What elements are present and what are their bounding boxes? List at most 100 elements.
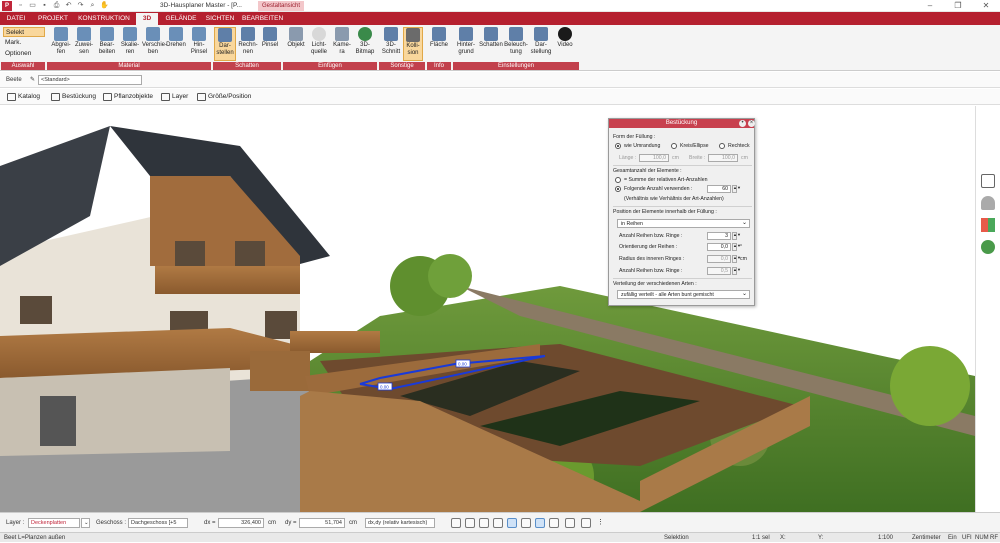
table-icon[interactable] xyxy=(565,518,575,528)
laenge-input[interactable]: 100,0 xyxy=(639,154,669,162)
coordinate-mode-select[interactable]: dx,dy (relativ kartesisch) xyxy=(365,518,435,528)
hintergrund-button[interactable]: Hinter-grund xyxy=(454,27,478,61)
optionen-button[interactable]: Optionen xyxy=(3,49,45,59)
verschieben-button[interactable]: Verschie-ben xyxy=(142,27,167,61)
pin-icon[interactable]: • xyxy=(739,120,746,127)
3d-scene[interactable]: 0.00 0.00 xyxy=(0,106,975,512)
reihen2-input[interactable]: 0,5 xyxy=(707,267,731,275)
angle-icon[interactable] xyxy=(521,518,531,528)
tab-konstruktion[interactable]: KONSTRUKTION xyxy=(78,13,130,25)
new-file-icon[interactable]: ▫ xyxy=(16,1,25,10)
schatten-darstellen-button[interactable]: Dar-stellen xyxy=(214,27,236,61)
undo-icon[interactable]: ↶ xyxy=(64,1,73,10)
kollision-button[interactable]: Kolli-sion xyxy=(403,27,423,61)
minimize-button[interactable]: – xyxy=(916,0,944,12)
pflanzobjekte-button[interactable]: Pflanzobjekte xyxy=(102,92,153,102)
open-folder-icon[interactable]: ▭ xyxy=(28,1,37,10)
monitor-icon[interactable] xyxy=(479,518,489,528)
tab-3d[interactable]: 3D xyxy=(136,13,158,25)
more-icon[interactable]: ⋮ xyxy=(597,518,607,528)
redo-icon[interactable]: ↷ xyxy=(76,1,85,10)
tree-icon[interactable] xyxy=(981,240,995,254)
print-icon[interactable]: ⎙ xyxy=(52,1,61,10)
gesamt-spinner[interactable]: ▲▼ xyxy=(732,185,741,193)
kamera-button[interactable]: Kame-ra xyxy=(331,27,353,61)
orient-input[interactable]: 0,0 xyxy=(707,243,731,251)
tab-sichten[interactable]: SICHTEN xyxy=(204,13,236,25)
geschoss-select[interactable]: Dachgeschoss [+5 xyxy=(128,518,188,528)
clock-icon[interactable] xyxy=(451,518,461,528)
mark-button[interactable]: Mark. xyxy=(3,38,45,48)
palette-icon[interactable] xyxy=(981,218,995,232)
tab-projekt[interactable]: PROJEKT xyxy=(38,13,68,25)
gesamt-radio-anzahl[interactable] xyxy=(615,186,621,192)
stairs xyxy=(250,351,310,391)
verteilung-select[interactable]: zufällig verteilt - alle Arten bunt gemi… xyxy=(617,290,750,299)
tab-datei[interactable]: DATEI xyxy=(4,13,28,25)
katalog-button[interactable]: Katalog xyxy=(6,92,40,102)
dx-input[interactable]: 326,400 xyxy=(218,518,264,528)
darstellung-button[interactable]: Dar-stellung xyxy=(529,27,553,61)
schatten-rechnen-button[interactable]: Rechn-nen xyxy=(237,27,259,61)
grid-icon[interactable] xyxy=(549,518,559,528)
context-tab[interactable]: Gestaltansicht xyxy=(258,1,305,11)
layers-icon[interactable] xyxy=(981,174,995,188)
form-radio-kreis[interactable] xyxy=(671,143,677,149)
skalieren-button[interactable]: Skalie-ren xyxy=(119,27,141,61)
tab-gelaende[interactable]: GELÄNDE xyxy=(164,13,198,25)
breite-input[interactable]: 100,0 xyxy=(708,154,738,162)
objekt-button[interactable]: Objekt xyxy=(285,27,307,61)
schnitt-button[interactable]: 3D- Schnitt xyxy=(380,27,402,61)
orient-label: Orientierung der Reihen : xyxy=(619,244,678,250)
chair-icon[interactable] xyxy=(981,196,995,210)
reihen-input[interactable]: 3 xyxy=(707,232,731,240)
groesse-position-button[interactable]: Größe/Position xyxy=(196,92,251,102)
bearbeiten-button[interactable]: Bear-beiten xyxy=(96,27,118,61)
hand-icon[interactable]: ✋ xyxy=(100,1,109,10)
restore-button[interactable]: ❐ xyxy=(944,0,972,12)
pinsel-material-button[interactable]: Hin- Pinsel xyxy=(188,27,210,61)
drehen-button[interactable]: Drehen xyxy=(165,27,187,61)
zoom-icon[interactable]: ⌕ xyxy=(88,1,97,10)
app-icon[interactable]: P xyxy=(2,1,12,11)
layer-dropdown[interactable]: ⌄ xyxy=(81,518,90,528)
orient-spinner[interactable]: ▲▼ xyxy=(732,243,741,251)
radius-input[interactable]: 0,0 xyxy=(707,255,731,263)
gesamt-anzahl-input[interactable]: 60 xyxy=(707,185,731,193)
video-button[interactable]: Video xyxy=(554,27,576,61)
gesamt-radio-summe[interactable] xyxy=(615,177,621,183)
schatten-pinsel-button[interactable]: Pinsel xyxy=(260,27,280,61)
form-radio-rechteck[interactable] xyxy=(719,143,725,149)
einst-schatten-icon xyxy=(484,27,498,41)
layer-select[interactable]: Deckenplatten xyxy=(28,518,80,528)
position-select[interactable]: in Reihen xyxy=(617,219,750,228)
walk-icon[interactable] xyxy=(493,518,503,528)
snap-icon[interactable] xyxy=(507,518,517,528)
dy-input[interactable]: 51,704 xyxy=(299,518,345,528)
reihen2-spinner[interactable]: ▲▼ xyxy=(732,267,741,275)
n-icon[interactable] xyxy=(581,518,591,528)
save-icon[interactable]: ▪ xyxy=(40,1,49,10)
pencil-icon[interactable]: ✎ xyxy=(30,75,35,85)
einst-schatten-button[interactable]: Schatten xyxy=(479,27,503,61)
beete-select[interactable]: <Standard> xyxy=(38,75,142,85)
camera-icon[interactable] xyxy=(465,518,475,528)
select-icon[interactable] xyxy=(535,518,545,528)
zuweisen-button[interactable]: Zuwei-sen xyxy=(73,27,95,61)
selekt-button[interactable]: Selekt xyxy=(3,27,45,37)
radius-spinner[interactable]: ▲▼ xyxy=(732,255,741,263)
abgreifen-button[interactable]: Abgrei-fen xyxy=(50,27,72,61)
form-radio-umrandung[interactable] xyxy=(615,143,621,149)
reihen-spinner[interactable]: ▲▼ xyxy=(732,232,741,240)
close-icon[interactable]: × xyxy=(748,120,755,127)
dialog-title-bar[interactable]: Bestückung • × xyxy=(609,119,755,128)
3d-viewport[interactable]: 0.00 0.00 xyxy=(0,106,975,512)
tab-bearbeiten[interactable]: BEARBEITEN xyxy=(242,13,283,25)
bitmap-button[interactable]: 3D- Bitmap xyxy=(354,27,376,61)
lichtquelle-button[interactable]: Licht-quelle xyxy=(308,27,330,61)
bestueckung-button[interactable]: Bestückung xyxy=(50,92,96,102)
beleuchtung-button[interactable]: Beleuch-tung xyxy=(504,27,528,61)
layer-button[interactable]: Layer xyxy=(160,92,188,102)
flaeche-button[interactable]: Fläche xyxy=(429,27,449,61)
close-button[interactable]: ✕ xyxy=(972,0,1000,12)
